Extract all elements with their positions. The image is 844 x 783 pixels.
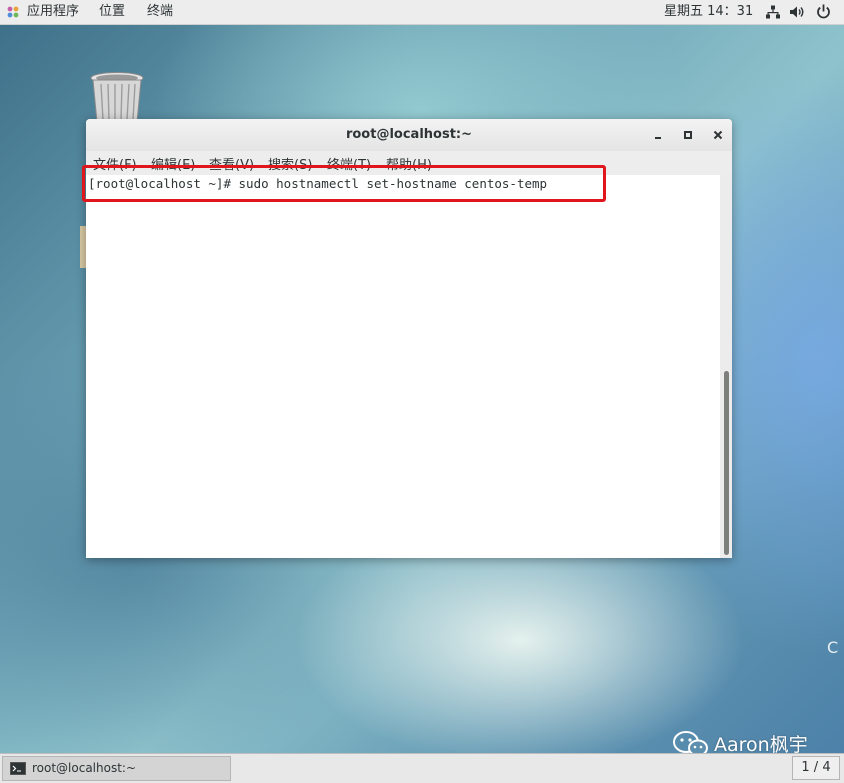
window-titlebar[interactable]: root@localhost:~: [86, 119, 732, 151]
applications-icon: [7, 6, 19, 18]
taskbar-item-label: root@localhost:~: [32, 761, 137, 775]
scrollbar[interactable]: [720, 175, 732, 558]
clock[interactable]: 星期五 14：31: [664, 0, 753, 24]
network-icon[interactable]: [766, 5, 780, 19]
power-icon[interactable]: [816, 4, 831, 19]
scrollbar-thumb[interactable]: [724, 371, 729, 555]
minimize-button[interactable]: [650, 127, 666, 143]
maximize-button[interactable]: [680, 127, 696, 143]
bottom-panel: root@localhost:~ 1 / 4: [0, 753, 844, 783]
trash-icon[interactable]: [90, 72, 144, 122]
terminal-window: root@localhost:~ 文件(F) 编辑(E) 查看(V) 搜索(S)…: [82, 119, 732, 558]
volume-icon[interactable]: [790, 5, 805, 19]
workspace-pager[interactable]: 1 / 4: [792, 756, 840, 780]
terminal-output[interactable]: [root@localhost ~]# sudo hostnamectl set…: [82, 165, 720, 558]
desktop-edge-letter: C: [827, 638, 839, 657]
terminal-icon: [10, 762, 26, 775]
close-button[interactable]: [710, 127, 726, 143]
command-line: [root@localhost ~]# sudo hostnamectl set…: [88, 176, 548, 191]
top-panel: 应用程序 位置 终端 星期五 14：31: [0, 0, 844, 25]
taskbar-item-terminal[interactable]: root@localhost:~: [2, 756, 231, 781]
window-title: root@localhost:~: [345, 127, 473, 142]
terminal-app-menu[interactable]: 终端: [147, 0, 173, 24]
places-menu[interactable]: 位置: [99, 0, 125, 24]
applications-menu[interactable]: 应用程序: [27, 0, 79, 24]
